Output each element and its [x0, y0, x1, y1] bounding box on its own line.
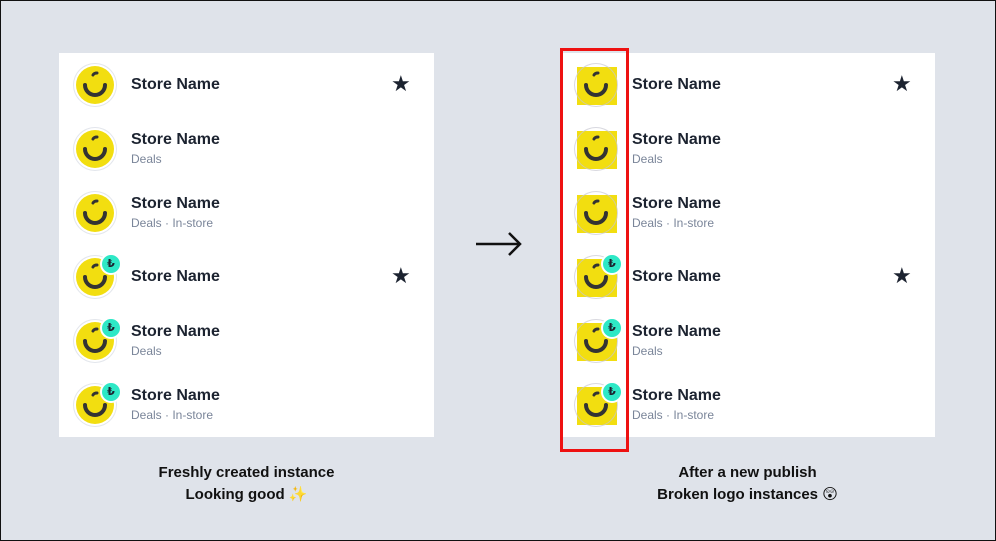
right-caption: After a new publish Broken logo instance…: [560, 462, 935, 506]
store-list-item[interactable]: Store Name Deals · In-store: [59, 181, 434, 245]
noon-logo-icon: [584, 71, 608, 97]
right-caption-line1: After a new publish: [678, 464, 817, 481]
store-subtitle: Deals · In-store: [632, 216, 715, 230]
left-caption: Freshly created instance Looking good ✨: [59, 462, 434, 506]
arrow-right-icon: [476, 232, 522, 256]
noon-logo-icon: [584, 199, 608, 225]
noon-logo-icon: [83, 199, 107, 225]
store-subtitle: Deals · In-store: [131, 216, 214, 230]
store-logo: [574, 63, 618, 107]
noon-logo-icon: [584, 135, 608, 161]
store-subtitle: Deals: [632, 344, 663, 358]
store-list-item[interactable]: ₺ Store Name ★: [59, 245, 434, 309]
store-logo: ₺: [574, 253, 623, 299]
store-subtitle: Deals · In-store: [632, 408, 715, 422]
left-panel-fresh-instance: Store Name ★ Store Name Deals Store Name Deal…: [59, 53, 434, 437]
store-name: Store Name: [632, 323, 721, 340]
currency-badge-icon: ₺: [100, 253, 122, 275]
store-name: Store Name: [632, 268, 721, 285]
store-name: Store Name: [131, 268, 220, 285]
store-logo: [73, 63, 117, 107]
store-logo: [73, 127, 117, 171]
store-logo: [574, 191, 618, 235]
store-logo: [574, 127, 618, 171]
currency-badge-icon: ₺: [100, 381, 122, 403]
noon-logo-icon: [83, 135, 107, 161]
store-logo: ₺: [574, 317, 623, 363]
store-subtitle: Deals: [131, 344, 162, 358]
store-logo: ₺: [73, 317, 122, 363]
store-name: Store Name: [632, 195, 721, 212]
currency-badge-icon: ₺: [601, 381, 623, 403]
store-logo: ₺: [73, 253, 122, 299]
currency-badge-icon: ₺: [601, 317, 623, 339]
store-list-item[interactable]: ₺ Store Name Deals · In-store: [59, 373, 434, 437]
left-caption-line1: Freshly created instance: [158, 464, 335, 481]
store-name: Store Name: [131, 131, 220, 148]
favorite-star-icon[interactable]: ★: [892, 71, 912, 97]
left-caption-line2: Looking good ✨: [185, 486, 308, 503]
noon-logo-icon: [83, 71, 107, 97]
store-name: Store Name: [632, 387, 721, 404]
store-name: Store Name: [632, 131, 721, 148]
store-name: Store Name: [131, 76, 220, 93]
store-name: Store Name: [131, 387, 220, 404]
store-list-item[interactable]: ₺ Store Name Deals: [59, 309, 434, 373]
store-name: Store Name: [131, 323, 220, 340]
store-subtitle: Deals: [131, 152, 162, 166]
store-subtitle: Deals: [632, 152, 663, 166]
favorite-star-icon[interactable]: ★: [391, 71, 411, 97]
store-list-item[interactable]: Store Name ★: [59, 53, 434, 117]
store-name: Store Name: [131, 195, 220, 212]
store-list-item[interactable]: Store Name Deals: [59, 117, 434, 181]
favorite-star-icon[interactable]: ★: [892, 263, 912, 289]
store-logo: ₺: [73, 381, 122, 427]
currency-badge-icon: ₺: [100, 317, 122, 339]
store-subtitle: Deals · In-store: [131, 408, 214, 422]
store-logo: [73, 191, 117, 235]
store-name: Store Name: [632, 76, 721, 93]
currency-badge-icon: ₺: [601, 253, 623, 275]
right-caption-line2: Broken logo instances 😲: [657, 486, 838, 503]
store-logo: ₺: [574, 381, 623, 427]
favorite-star-icon[interactable]: ★: [391, 263, 411, 289]
